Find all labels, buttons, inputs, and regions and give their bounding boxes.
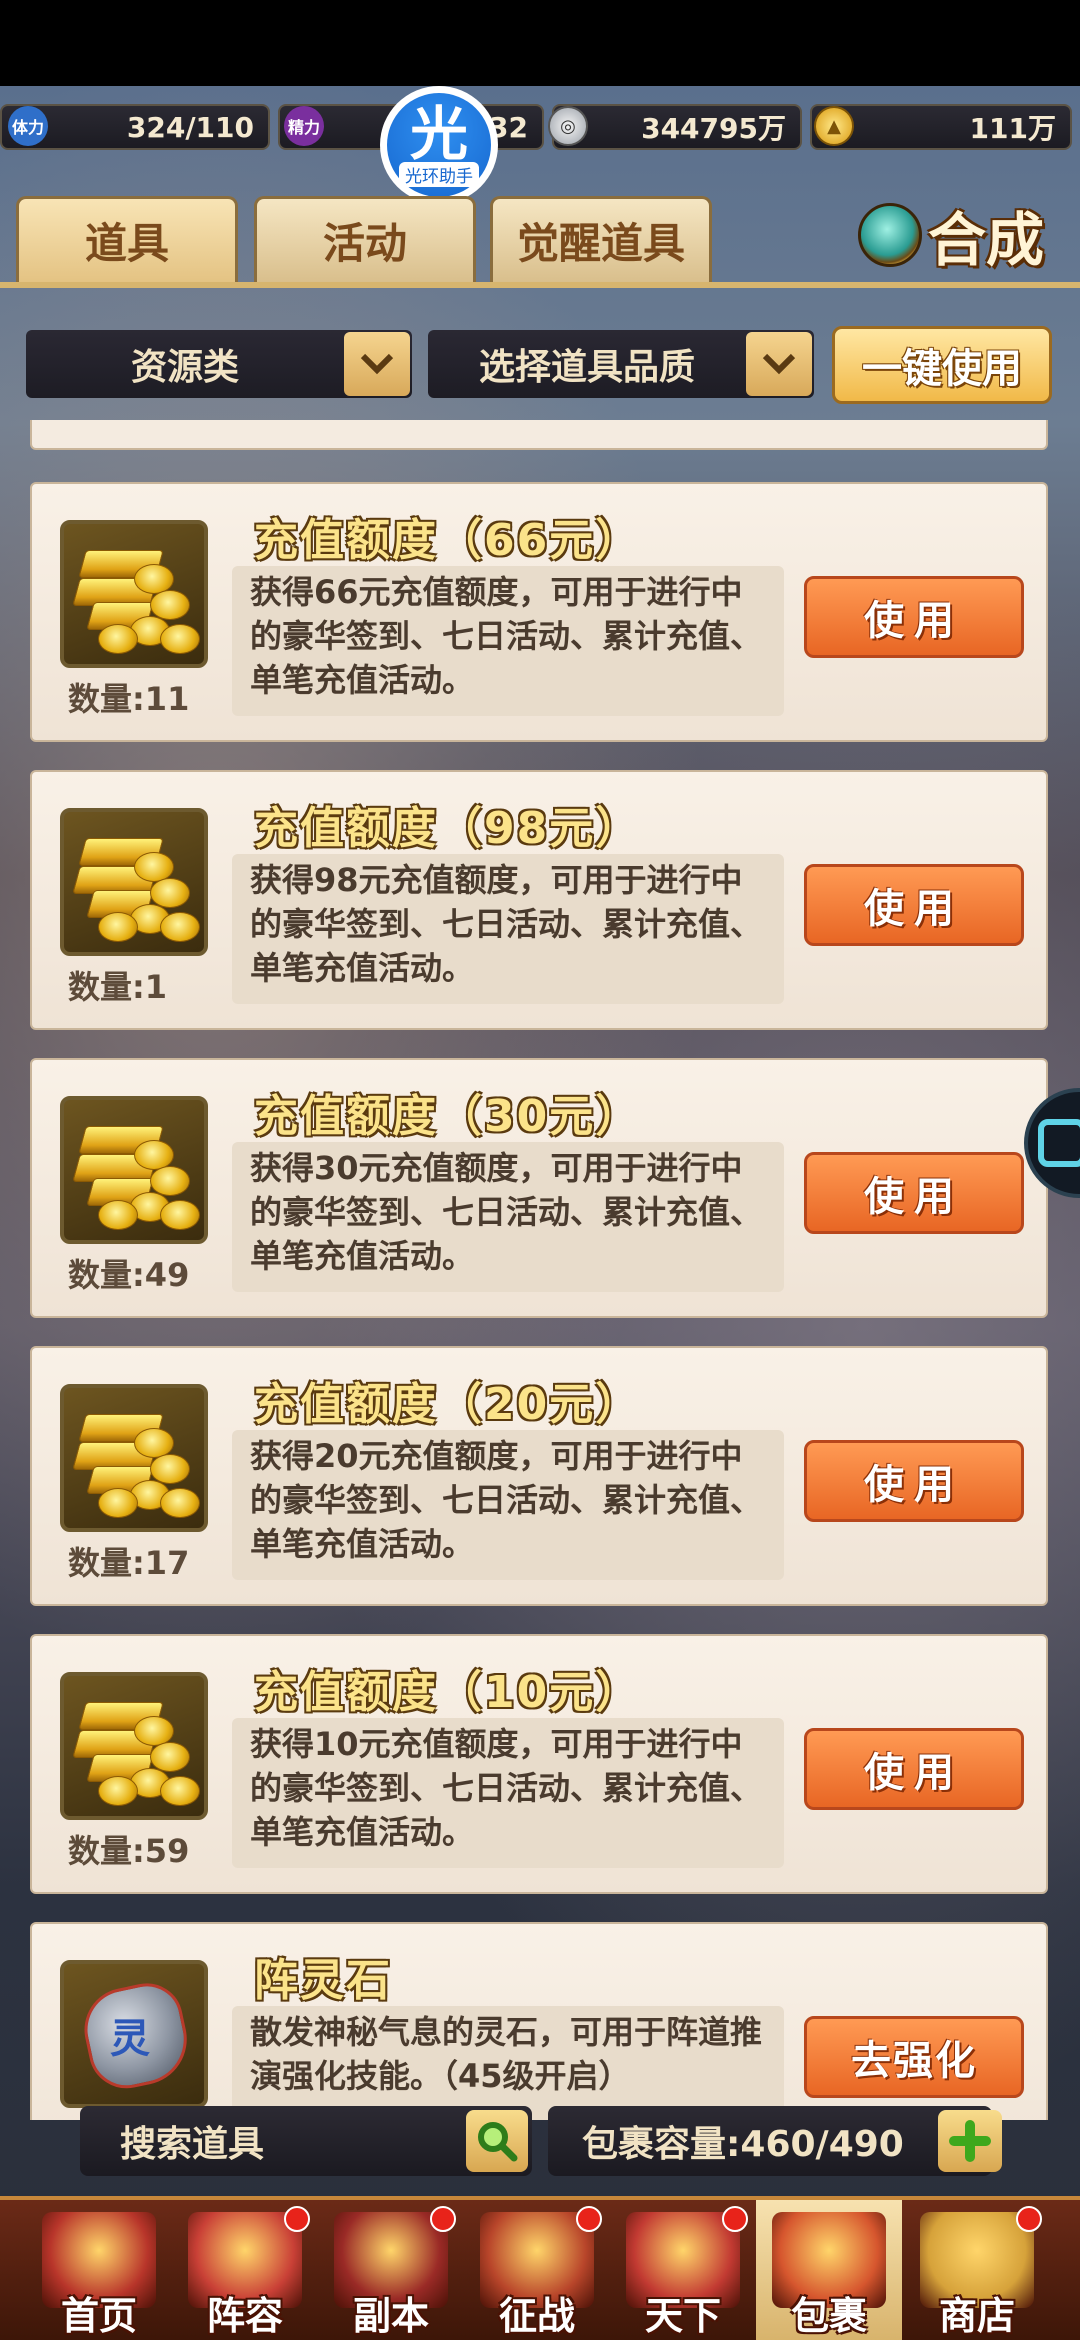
synthesize-button[interactable]: 合成 (858, 190, 1058, 280)
item-action-button[interactable]: 使用 (804, 1440, 1024, 1522)
stamina-value: 324/110 (126, 110, 254, 144)
chevron-down-icon (746, 332, 812, 396)
tab-awaken-items[interactable]: 觉醒道具 (490, 196, 712, 282)
synthesize-gem-icon (858, 203, 922, 267)
nav-label: 阵容 (206, 2294, 283, 2338)
item-title: 充值额度（66元） (254, 515, 642, 566)
menu-glyph-icon (1038, 1119, 1080, 1167)
item-quantity: 数量:17 (68, 1544, 190, 1582)
resource-bar: 324/110 体力 32 精力 344795万 ◎ 111万 ▲ (0, 100, 1080, 152)
item-title: 充值额度（20元） (254, 1379, 642, 1430)
plus-icon (949, 2120, 991, 2162)
item-card[interactable]: 数量:17 充值额度（20元） 获得20元充值额度，可用于进行中的豪华签到、七日活动… (30, 1346, 1048, 1606)
item-action-button[interactable]: 去强化 (804, 2016, 1024, 2098)
bottom-navigation: 首页 阵容 副本 征战 天下 包裹 商店 (0, 2196, 1080, 2340)
nav-label: 天下 (644, 2294, 721, 2338)
nav-label: 包裹 (790, 2294, 867, 2338)
item-action-button[interactable]: 使用 (804, 864, 1024, 946)
item-description: 获得30元充值额度，可用于进行中的豪华签到、七日活动、累计充值、单笔充值活动。 (232, 1142, 784, 1292)
gold-bars-icon[interactable] (60, 1096, 208, 1244)
search-icon (478, 2122, 518, 2162)
expand-capacity-button[interactable] (938, 2110, 1002, 2172)
assistant-logo: 光 光环助手 (387, 93, 491, 197)
search-input[interactable]: 搜索道具 (80, 2106, 532, 2176)
item-title: 阵灵石 (254, 1955, 392, 2006)
bag-footer: 搜索道具 包裹容量:460/490 (80, 2106, 1012, 2182)
item-title: 充值额度（10元） (254, 1667, 642, 1718)
item-title: 充值额度（30元） (254, 1091, 642, 1142)
tab-divider (0, 282, 1080, 288)
item-card[interactable]: 数量:11 充值额度（66元） 获得66元充值额度，可用于进行中的豪华签到、七日活动… (30, 482, 1048, 742)
item-card[interactable]: 数量:59 充值额度（10元） 获得10元充值额度，可用于进行中的豪华签到、七日活动… (30, 1634, 1048, 1894)
gold-value: 111万 (969, 112, 1056, 145)
gold-ingot-icon: ▲ (814, 106, 854, 146)
gold-bars-icon[interactable] (60, 520, 208, 668)
item-quantity: 数量:1 (68, 968, 168, 1006)
tab-items[interactable]: 道具 (16, 196, 238, 282)
item-action-button[interactable]: 使用 (804, 1728, 1024, 1810)
nav-item[interactable]: 阵容 (172, 2200, 318, 2340)
nav-item[interactable]: 副本 (318, 2200, 464, 2340)
gold-bars-icon[interactable] (60, 1672, 208, 1820)
item-card[interactable]: 数量:1 充值额度（98元） 获得98元充值额度，可用于进行中的豪华签到、七日活动、… (30, 770, 1048, 1030)
nav-item[interactable]: 天下 (610, 2200, 756, 2340)
nav-item[interactable]: 首页 (26, 2200, 172, 2340)
bag-capacity: 包裹容量:460/490 (548, 2106, 992, 2176)
energy-icon: 精力 (284, 106, 324, 146)
item-quantity: 数量:59 (68, 1832, 190, 1870)
previous-item-edge (30, 420, 1048, 450)
one-key-use-button[interactable]: 一键使用 (832, 326, 1052, 404)
notification-dot-icon (1016, 2206, 1042, 2232)
nav-label: 首页 (60, 2294, 137, 2338)
notification-dot-icon (430, 2206, 456, 2232)
item-description: 获得98元充值额度，可用于进行中的豪华签到、七日活动、累计充值、单笔充值活动。 (232, 854, 784, 1004)
item-title: 充值额度（98元） (254, 803, 642, 854)
item-description: 获得66元充值额度，可用于进行中的豪华签到、七日活动、累计充值、单笔充值活动。 (232, 566, 784, 716)
nav-label: 副本 (352, 2294, 429, 2338)
notification-dot-icon (722, 2206, 748, 2232)
item-card[interactable]: 数量:49 充值额度（30元） 获得30元充值额度，可用于进行中的豪华签到、七日活动… (30, 1058, 1048, 1318)
item-description: 获得20元充值额度，可用于进行中的豪华签到、七日活动、累计充值、单笔充值活动。 (232, 1430, 784, 1580)
quality-dropdown[interactable]: 选择道具品质 (428, 330, 814, 398)
chevron-down-icon (344, 332, 410, 396)
gold-bars-icon[interactable] (60, 1384, 208, 1532)
search-button[interactable] (466, 2110, 528, 2172)
status-bar (0, 0, 1080, 86)
gold-bars-icon[interactable] (60, 808, 208, 956)
tab-activity[interactable]: 活动 (254, 196, 476, 282)
floating-assistant-badge[interactable]: 光 光环助手 (380, 86, 498, 204)
notification-dot-icon (284, 2206, 310, 2232)
item-action-button[interactable]: 使用 (804, 1152, 1024, 1234)
item-description: 散发神秘气息的灵石，可用于阵道推演强化技能。（45级开启） (232, 2006, 784, 2120)
nav-item[interactable]: 商店 (904, 2200, 1050, 2340)
item-list[interactable]: 数量:11 充值额度（66元） 获得66元充值额度，可用于进行中的豪华签到、七日活动… (30, 420, 1048, 2120)
nav-item[interactable]: 包裹 (756, 2200, 902, 2340)
silver-coin-icon: ◎ (548, 106, 588, 146)
nav-item[interactable]: 征战 (464, 2200, 610, 2340)
nav-label: 商店 (938, 2294, 1015, 2338)
stamina-icon: 体力 (8, 106, 48, 146)
notification-dot-icon (576, 2206, 602, 2232)
silver-value: 344795万 (641, 112, 786, 145)
item-quantity: 数量:11 (68, 680, 190, 718)
spirit-stone-icon[interactable]: 灵 (60, 1960, 208, 2108)
item-description: 获得10元充值额度，可用于进行中的豪华签到、七日活动、累计充值、单笔充值活动。 (232, 1718, 784, 1868)
nav-label: 征战 (498, 2294, 575, 2338)
category-dropdown[interactable]: 资源类 (26, 330, 412, 398)
silver-display[interactable]: 344795万 (552, 104, 802, 150)
item-quantity: 数量:49 (68, 1256, 190, 1294)
item-card[interactable]: 灵数量:2010阵灵石散发神秘气息的灵石，可用于阵道推演强化技能。（45级开启）… (30, 1922, 1048, 2120)
item-action-button[interactable]: 使用 (804, 576, 1024, 658)
